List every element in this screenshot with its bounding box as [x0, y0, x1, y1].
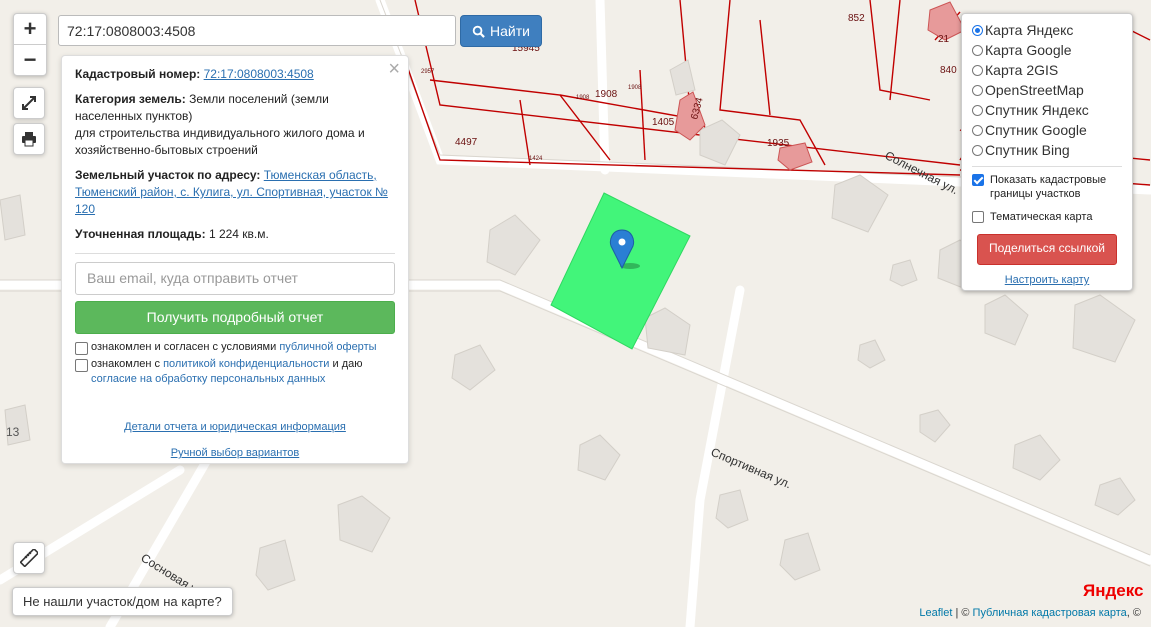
layer-option-label: Карта Google [985, 42, 1072, 58]
fullscreen-button[interactable] [13, 87, 45, 119]
search-icon [472, 25, 485, 38]
pkk-link[interactable]: Публичная кадастровая карта [973, 607, 1127, 619]
layer-radio[interactable] [972, 104, 983, 116]
manual-selection-link[interactable]: Ручной выбор вариантов [171, 447, 299, 459]
parcel-info-popup: × Кадастровый номер: 72:17:0808003:4508 … [61, 55, 409, 464]
layer-option[interactable]: Карта Google [972, 40, 1122, 60]
attribution-sep: | © [952, 607, 973, 619]
close-icon[interactable]: × [388, 58, 400, 81]
yandex-logo-first: Я [1083, 581, 1096, 600]
cadastral-number-link[interactable]: 72:17:0808003:4508 [204, 67, 314, 81]
show-borders-checkbox[interactable] [972, 174, 984, 186]
agree-offer-text: ознакомлен и согласен с условиями [91, 341, 277, 353]
print-button[interactable] [13, 123, 45, 155]
report-details-link[interactable]: Детали отчета и юридическая информация [124, 421, 346, 433]
map-label-13: 13 [6, 425, 20, 439]
show-borders-label: Показать кадастровые границы участков [990, 174, 1107, 200]
find-button-label: Найти [490, 23, 530, 39]
land-category-label: Категория земель: [75, 92, 186, 106]
cadastral-search-input[interactable] [58, 15, 456, 46]
yandex-logo-rest: ндекс [1095, 581, 1144, 600]
map-label-1935: 1935 [767, 138, 790, 149]
area-value: 1 224 кв.м. [208, 227, 269, 241]
map-attribution: Leaflet | © Публичная кадастровая карта,… [919, 607, 1141, 619]
map-label-1424: 1424 [529, 156, 543, 162]
layer-radio[interactable] [972, 24, 983, 36]
area-label: Уточненная площадь: [75, 227, 206, 241]
ruler-icon [20, 549, 38, 567]
zoom-in-button[interactable]: + [14, 14, 46, 44]
show-borders-row: Показать кадастровые границы участков [972, 173, 1122, 201]
map-label-4497: 4497 [455, 137, 478, 148]
thematic-map-checkbox[interactable] [972, 211, 984, 223]
agree-privacy-checkbox[interactable] [75, 359, 88, 372]
share-link-button[interactable]: Поделиться ссылкой [977, 234, 1117, 265]
divider [75, 253, 395, 254]
ruler-button[interactable] [13, 542, 45, 574]
map-label-2957: 2957 [421, 69, 435, 75]
configure-map-link[interactable]: Настроить карту [1005, 274, 1090, 286]
map-label-1405: 1405 [652, 117, 675, 128]
email-input[interactable]: Ваш email, куда отправить отчет [75, 262, 395, 295]
land-purpose-value: для строительства индивидуального жилого… [75, 126, 365, 157]
layer-option[interactable]: Спутник Google [972, 120, 1122, 140]
layer-option[interactable]: Спутник Яндекс [972, 100, 1122, 120]
map-label-852: 852 [848, 13, 865, 24]
privacy-policy-link[interactable]: политикой конфиденциальности [163, 358, 329, 370]
layer-option-label: Карта Яндекс [985, 22, 1074, 38]
layer-option[interactable]: Карта 2GIS [972, 60, 1122, 80]
get-report-button[interactable]: Получить подробный отчет [75, 301, 395, 334]
map-layers-panel: Карта Яндекс Карта Google Карта 2GIS OpenSt… [961, 13, 1133, 291]
leaflet-link[interactable]: Leaflet [919, 607, 952, 619]
printer-icon [22, 132, 36, 147]
layer-radio[interactable] [972, 44, 983, 56]
layer-radio[interactable] [972, 144, 983, 156]
thematic-map-row: Тематическая карта [972, 210, 1122, 224]
layer-option-label: OpenStreetMap [985, 82, 1084, 98]
yandex-logo: Яндекс [1083, 581, 1143, 601]
map-label-1908-small: 1908 [576, 95, 590, 101]
layer-option[interactable]: OpenStreetMap [972, 80, 1122, 100]
divider [972, 166, 1122, 167]
layer-option-label: Карта 2GIS [985, 62, 1059, 78]
layer-radio[interactable] [972, 84, 983, 96]
agree-privacy-row: ознакомлен с политикой конфиденциальност… [75, 357, 395, 387]
layer-radio[interactable] [972, 64, 983, 76]
layer-option-label: Спутник Яндекс [985, 102, 1089, 118]
not-found-button[interactable]: Не нашли участок/дом на карте? [12, 587, 233, 616]
address-row: Земельный участок по адресу: Тюменская о… [75, 167, 395, 218]
layer-option-label: Спутник Bing [985, 142, 1070, 158]
personal-data-consent-link[interactable]: согласие на обработку персональных данны… [91, 373, 325, 385]
map-label-21: 21 [938, 34, 950, 45]
public-offer-link[interactable]: публичной оферты [279, 341, 376, 353]
map-label-1908-tiny: 1908 [628, 85, 642, 91]
layer-option[interactable]: Спутник Bing [972, 140, 1122, 160]
agree-privacy-text: ознакомлен с [91, 358, 161, 370]
land-category-row: Категория земель: Земли поселений (земли… [75, 91, 395, 159]
map-label-840: 840 [940, 65, 957, 76]
cadastral-number-label: Кадастровый номер: [75, 67, 201, 81]
map-label-1908: 1908 [595, 89, 618, 100]
agree-privacy-mid: и даю [332, 358, 363, 370]
area-row: Уточненная площадь: 1 224 кв.м. [75, 226, 395, 243]
layer-radio[interactable] [972, 124, 983, 136]
zoom-out-button[interactable]: − [14, 44, 46, 75]
layer-option-label: Спутник Google [985, 122, 1087, 138]
address-label: Земельный участок по адресу: [75, 168, 261, 182]
fullscreen-icon [22, 96, 36, 110]
zoom-control: + − [13, 13, 47, 76]
cadastral-number-row: Кадастровый номер: 72:17:0808003:4508 [75, 66, 395, 83]
find-button[interactable]: Найти [460, 15, 542, 47]
layer-option[interactable]: Карта Яндекс [972, 20, 1122, 40]
attribution-tail: , © [1126, 607, 1141, 619]
agree-offer-row: ознакомлен и согласен с условиями публич… [75, 340, 395, 355]
thematic-map-label: Тематическая карта [990, 211, 1093, 223]
agree-offer-checkbox[interactable] [75, 342, 88, 355]
